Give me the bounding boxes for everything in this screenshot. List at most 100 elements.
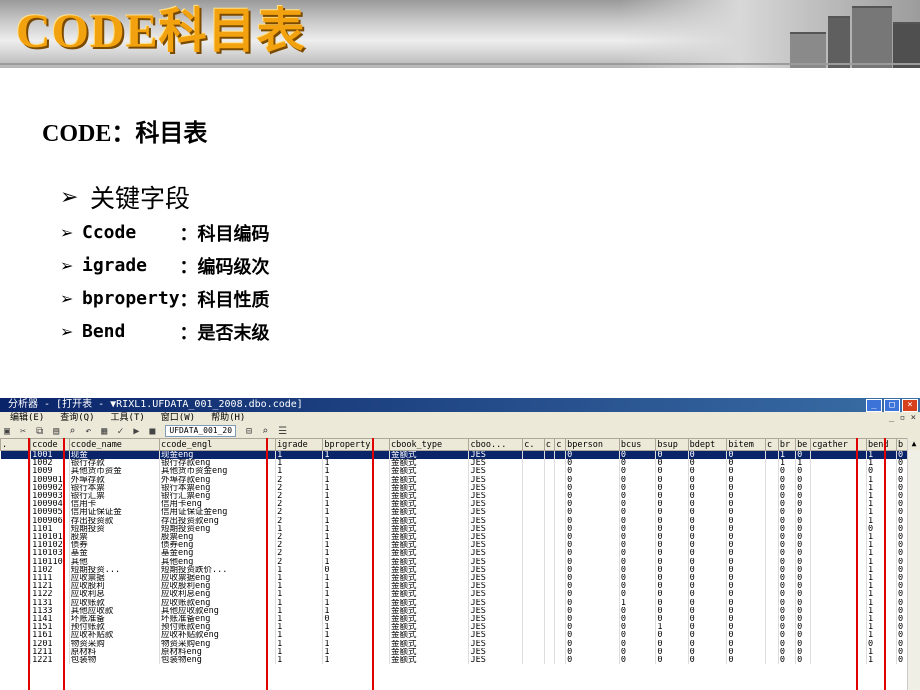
table-cell[interactable] xyxy=(522,623,545,632)
table-cell[interactable]: 债券 xyxy=(69,541,161,550)
table-cell[interactable]: 1 xyxy=(322,647,390,657)
table-cell[interactable]: 0 xyxy=(688,524,728,534)
vertical-scrollbar[interactable]: ▲ xyxy=(907,438,920,690)
table-cell[interactable]: 外埠存款 xyxy=(69,475,161,484)
table-row[interactable]: 1121 应收股利 应收股利eng 1 1 金额式 JES 0 0 0 0 0 0 0 1 0 xyxy=(0,582,908,591)
table-cell[interactable] xyxy=(810,631,867,640)
table-cell[interactable]: 银行汇票 xyxy=(69,492,161,501)
table-cell[interactable]: 1 xyxy=(866,508,898,517)
table-cell[interactable]: 短期投资eng xyxy=(159,524,277,534)
table-cell[interactable]: 0 xyxy=(655,475,689,484)
table-cell[interactable]: 0 xyxy=(778,656,797,665)
table-cell[interactable] xyxy=(554,475,567,484)
table-cell[interactable]: 0 xyxy=(688,475,728,484)
table-cell[interactable] xyxy=(522,459,545,468)
table-cell[interactable] xyxy=(544,631,556,640)
table-cell[interactable] xyxy=(810,508,867,517)
table-cell[interactable]: 股票 xyxy=(69,533,161,542)
table-cell[interactable]: 0 xyxy=(619,574,657,583)
table-cell[interactable]: 金额式 xyxy=(389,631,470,640)
table-cell[interactable]: JES xyxy=(468,516,524,525)
table-cell[interactable]: 1 xyxy=(322,631,390,640)
table-cell[interactable]: 0 xyxy=(619,492,657,501)
table-cell[interactable]: 0 xyxy=(896,574,908,583)
table-cell[interactable]: 0 xyxy=(726,459,766,468)
table-cell[interactable] xyxy=(522,549,545,558)
table-cell[interactable] xyxy=(810,574,867,583)
table-cell[interactable]: 1 xyxy=(322,656,390,665)
table-cell[interactable]: 0 xyxy=(619,590,657,599)
table-cell[interactable]: 0 xyxy=(726,557,766,566)
table-cell[interactable] xyxy=(0,492,32,501)
table-cell[interactable] xyxy=(544,615,556,624)
table-cell[interactable] xyxy=(554,459,567,468)
table-cell[interactable] xyxy=(544,639,556,648)
table-cell[interactable]: 1 xyxy=(322,549,390,558)
copy-icon[interactable]: ⧉ xyxy=(36,426,43,437)
table-cell[interactable]: 0 xyxy=(655,492,689,501)
table-cell[interactable]: 0 xyxy=(565,565,620,575)
table-cell[interactable] xyxy=(0,615,32,624)
object-browser-icon[interactable]: ⊟ xyxy=(246,426,252,437)
table-cell[interactable]: 0 xyxy=(795,647,812,657)
undo-icon[interactable]: ↶ xyxy=(85,426,91,437)
table-cell[interactable]: 0 xyxy=(896,483,908,493)
table-cell[interactable]: 0 xyxy=(565,541,620,550)
table-cell[interactable]: 预付账款eng xyxy=(159,623,277,632)
table-cell[interactable] xyxy=(810,615,867,624)
table-cell[interactable] xyxy=(544,516,556,525)
table-cell[interactable]: 外埠存款eng xyxy=(159,475,277,484)
table-cell[interactable]: 0 xyxy=(795,450,812,460)
table-cell[interactable]: 0 xyxy=(565,598,620,607)
table-cell[interactable]: 0 xyxy=(726,549,766,558)
save-icon[interactable]: ▣ xyxy=(4,426,10,437)
table-cell[interactable]: 金额式 xyxy=(389,598,470,607)
table-cell[interactable] xyxy=(765,549,779,558)
table-cell[interactable]: 其他应收款 xyxy=(69,606,161,616)
table-cell[interactable]: 0 xyxy=(726,475,766,484)
table-cell[interactable]: 0 xyxy=(565,450,620,460)
maximize-icon[interactable]: □ xyxy=(884,399,900,412)
table-cell[interactable] xyxy=(0,565,32,575)
table-cell[interactable]: 金额式 xyxy=(389,656,470,665)
table-cell[interactable]: 其他货币资金 xyxy=(69,467,161,476)
table-cell[interactable]: 0 xyxy=(778,598,797,607)
table-cell[interactable]: JES xyxy=(468,475,524,484)
table-cell[interactable]: 0 xyxy=(655,500,689,509)
table-cell[interactable]: 1 xyxy=(866,500,898,509)
table-cell[interactable] xyxy=(522,557,545,566)
table-cell[interactable]: 0 xyxy=(565,656,620,665)
column-header[interactable]: br xyxy=(777,438,797,451)
table-cell[interactable]: 0 xyxy=(565,582,620,591)
table-cell[interactable] xyxy=(554,598,567,607)
table-cell[interactable]: 0 xyxy=(778,590,797,599)
table-cell[interactable]: 物资采购 xyxy=(69,639,161,648)
table-cell[interactable]: 0 xyxy=(795,623,812,632)
column-header[interactable]: bproperty xyxy=(322,438,390,451)
table-cell[interactable]: 1 xyxy=(866,606,898,616)
table-cell[interactable]: 0 xyxy=(795,508,812,517)
table-cell[interactable]: 0 xyxy=(619,557,657,566)
table-cell[interactable]: 0 xyxy=(896,647,908,657)
table-cell[interactable] xyxy=(522,590,545,599)
table-cell[interactable]: 0 xyxy=(896,492,908,501)
table-cell[interactable]: 0 xyxy=(896,590,908,599)
table-cell[interactable] xyxy=(554,582,567,591)
table-cell[interactable]: 银行汇票eng xyxy=(159,492,277,501)
table-cell[interactable] xyxy=(810,582,867,591)
table-cell[interactable]: 0 xyxy=(688,533,728,542)
table-cell[interactable] xyxy=(522,533,545,542)
table-cell[interactable]: 0 xyxy=(778,516,797,525)
table-cell[interactable]: 0 xyxy=(688,492,728,501)
table-cell[interactable]: 1 xyxy=(275,450,324,460)
table-cell[interactable]: 1 xyxy=(322,590,390,599)
table-cell[interactable]: 1 xyxy=(866,582,898,591)
table-cell[interactable]: 0 xyxy=(619,450,657,460)
table-cell[interactable] xyxy=(554,541,567,550)
mdi-window-controls-icon[interactable]: _ ▫ × xyxy=(889,412,916,424)
table-cell[interactable]: 0 xyxy=(688,557,728,566)
table-cell[interactable]: 0 xyxy=(655,557,689,566)
table-cell[interactable] xyxy=(0,516,32,525)
table-cell[interactable]: 金额式 xyxy=(389,467,470,476)
table-cell[interactable]: 其他应收款eng xyxy=(159,606,277,616)
